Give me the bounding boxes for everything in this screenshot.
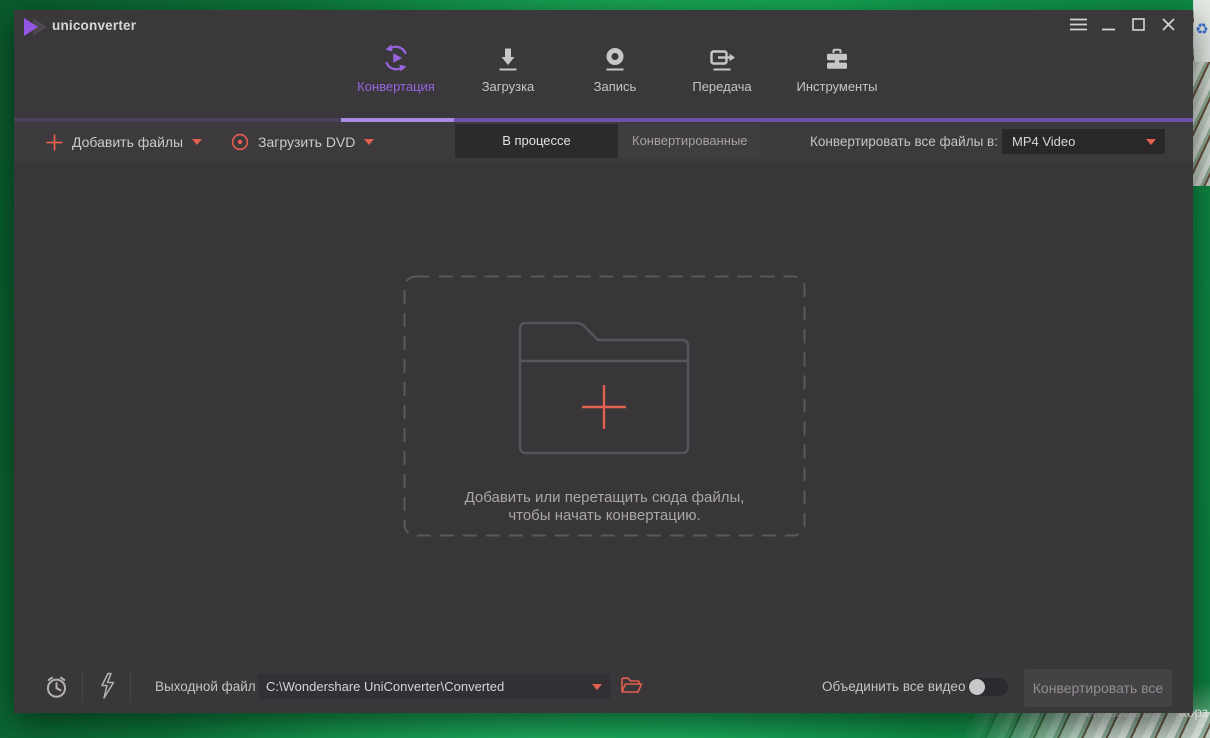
high-speed-icon[interactable] (94, 671, 120, 706)
convert-all-button[interactable]: Конвертировать все (1024, 669, 1172, 707)
toolbox-icon (775, 43, 899, 73)
plus-icon (46, 134, 63, 151)
tab-record[interactable]: Запись (553, 43, 677, 94)
tab-tools-label: Инструменты (775, 79, 899, 94)
dropzone-message: Добавить или перетащить сюда файлы, чтоб… (403, 489, 806, 525)
convert-icon (334, 43, 458, 73)
schedule-alarm-icon[interactable] (43, 673, 70, 705)
open-folder-button[interactable] (620, 676, 643, 700)
tab-download[interactable]: Загрузка (446, 43, 570, 94)
chevron-down-icon (1146, 139, 1156, 145)
record-icon (553, 43, 677, 73)
chevron-down-icon (364, 139, 374, 145)
recycle-glyph: ♻ (1195, 21, 1208, 38)
footer-bar: Выходной файл C:\Wondershare UniConverte… (14, 660, 1193, 713)
maximize-button[interactable] (1130, 16, 1147, 33)
menu-icon[interactable] (1070, 16, 1087, 33)
chevron-down-icon (592, 684, 602, 690)
window-controls (1070, 16, 1177, 33)
chevron-down-icon (192, 139, 202, 145)
tab-transfer-label: Передача (660, 79, 784, 94)
plus-icon (582, 385, 626, 429)
load-dvd-label: Загрузить DVD (258, 134, 355, 150)
recycle-bin-icon[interactable]: ♻ (1194, 0, 1210, 62)
app-title: uniconverter (52, 18, 136, 33)
download-icon (446, 43, 570, 73)
tab-convert-label: Конвертация (334, 79, 458, 94)
transfer-icon (660, 43, 784, 73)
toggle-knob (969, 679, 985, 695)
merge-all-toggle[interactable] (968, 678, 1008, 696)
minimize-button[interactable] (1100, 16, 1117, 33)
output-path-field[interactable]: C:\Wondershare UniConverter\Converted (258, 674, 610, 699)
toolbar: Добавить файлы Загрузить DVD В процессе … (14, 122, 1193, 162)
format-select[interactable]: MP4 Video (1002, 129, 1165, 154)
convert-target-label: Конвертировать все файлы в: (810, 122, 998, 162)
tab-convert[interactable]: Конвертация (334, 43, 458, 94)
footer-divider (130, 673, 131, 701)
dropzone-message-line2: чтобы начать конвертацию. (403, 507, 806, 525)
tab-transfer[interactable]: Передача (660, 43, 784, 94)
tab-download-label: Загрузка (446, 79, 570, 94)
load-dvd-button[interactable]: Загрузить DVD (231, 122, 374, 162)
tab-tools[interactable]: Инструменты (775, 43, 899, 94)
add-files-button[interactable]: Добавить файлы (46, 122, 202, 162)
tab-converted[interactable]: Конвертированные (618, 124, 761, 158)
add-files-label: Добавить файлы (72, 134, 183, 150)
dropzone-message-line1: Добавить или перетащить сюда файлы, (403, 489, 806, 507)
tab-converting[interactable]: В процессе конвертации (455, 124, 618, 158)
tab-record-label: Запись (553, 79, 677, 94)
merge-all-label: Объединить все видео (822, 660, 965, 713)
logo-play-triangle (24, 18, 38, 36)
file-dropzone[interactable]: Добавить или перетащить сюда файлы, чтоб… (403, 275, 806, 537)
output-path-value: C:\Wondershare UniConverter\Converted (258, 679, 592, 694)
disc-icon (231, 133, 249, 151)
main-area: Добавить или перетащить сюда файлы, чтоб… (14, 162, 1193, 660)
output-file-label: Выходной файл (155, 660, 256, 713)
uniconverter-window: uniconverter Конвертация (14, 10, 1193, 713)
close-button[interactable] (1160, 16, 1177, 33)
format-select-value: MP4 Video (1002, 134, 1146, 149)
footer-divider (82, 673, 83, 701)
add-folder-icon (517, 320, 691, 455)
